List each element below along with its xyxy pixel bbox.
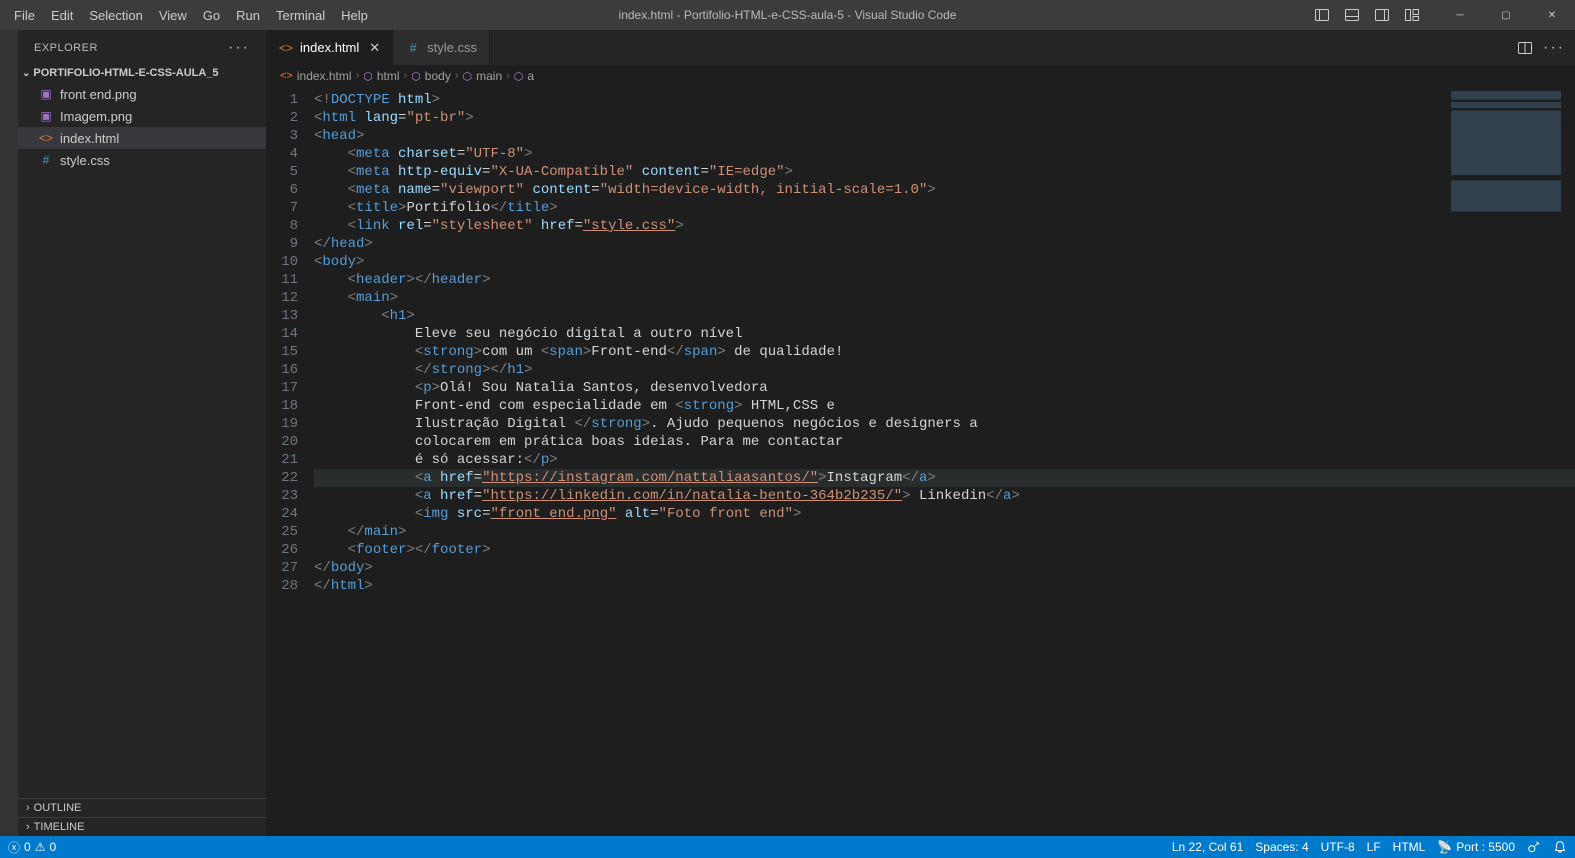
explorer-title: EXPLORER (34, 42, 98, 54)
menu-edit[interactable]: Edit (43, 4, 81, 27)
chevron-right-icon: › (404, 70, 408, 82)
status-spaces[interactable]: Spaces: 4 (1255, 840, 1308, 854)
window-minimize-icon[interactable]: ─ (1437, 0, 1483, 30)
tab-style-css[interactable]: # style.css (393, 30, 490, 65)
html-file-icon: <> (38, 131, 54, 145)
image-file-icon: ▣ (38, 87, 54, 101)
warning-icon: ⚠ (35, 840, 46, 854)
toggle-panel-icon[interactable] (1337, 0, 1367, 30)
file-item[interactable]: ▣ Imagem.png (18, 105, 266, 127)
status-errors[interactable]: ⓧ 0 ⚠ 0 (8, 839, 56, 856)
line-number-gutter: 1234567891011121314151617181920212223242… (266, 87, 314, 836)
tab-label: index.html (300, 40, 359, 55)
code-editor[interactable]: 1234567891011121314151617181920212223242… (266, 87, 1575, 836)
close-icon[interactable]: ✕ (365, 40, 380, 56)
status-feedback-icon[interactable] (1527, 840, 1541, 854)
file-label: front end.png (60, 87, 137, 102)
port-label: Port : 5500 (1456, 840, 1515, 854)
outline-label: OUTLINE (34, 802, 82, 814)
activity-bar (0, 30, 18, 836)
project-name: PORTIFOLIO-HTML-E-CSS-AULA_5 (33, 67, 218, 79)
toggle-primary-sidebar-icon[interactable] (1307, 0, 1337, 30)
breadcrumb-item[interactable]: html (377, 69, 400, 83)
file-label: index.html (60, 131, 119, 146)
tag-icon: ⬡ (411, 70, 421, 83)
status-live-server[interactable]: 📡 Port : 5500 (1437, 840, 1515, 854)
window-close-icon[interactable]: ✕ (1529, 0, 1575, 30)
menu-go[interactable]: Go (195, 4, 228, 27)
code-content[interactable]: <!DOCTYPE html><html lang="pt-br"><head>… (314, 87, 1575, 836)
chevron-right-icon: › (26, 802, 30, 814)
customize-layout-icon[interactable] (1397, 0, 1427, 30)
menu-help[interactable]: Help (333, 4, 376, 27)
chevron-down-icon: ⌄ (22, 68, 30, 79)
explorer-folder-header[interactable]: ⌄ PORTIFOLIO-HTML-E-CSS-AULA_5 (18, 65, 266, 81)
warnings-count: 0 (49, 840, 56, 854)
menu-selection[interactable]: Selection (81, 4, 150, 27)
file-item[interactable]: <> index.html (18, 127, 266, 149)
tag-icon: ⬡ (463, 70, 473, 83)
breadcrumb-item[interactable]: a (527, 69, 534, 83)
tag-icon: ⬡ (514, 70, 524, 83)
error-icon: ⓧ (8, 839, 20, 856)
image-file-icon: ▣ (38, 109, 54, 123)
titlebar: File Edit Selection View Go Run Terminal… (0, 0, 1575, 30)
status-eol[interactable]: LF (1367, 840, 1381, 854)
status-language[interactable]: HTML (1393, 840, 1426, 854)
chevron-right-icon: › (26, 821, 30, 833)
status-bar: ⓧ 0 ⚠ 0 Ln 22, Col 61 Spaces: 4 UTF-8 LF… (0, 836, 1575, 858)
toggle-secondary-sidebar-icon[interactable] (1367, 0, 1397, 30)
timeline-section[interactable]: › TIMELINE (18, 817, 266, 836)
chevron-right-icon: › (356, 70, 360, 82)
status-bell-icon[interactable] (1553, 840, 1567, 854)
tab-index-html[interactable]: <> index.html ✕ (266, 30, 393, 65)
file-item[interactable]: # style.css (18, 149, 266, 171)
broadcast-icon: 📡 (1437, 840, 1452, 854)
file-tree: ▣ front end.png ▣ Imagem.png <> index.ht… (18, 81, 266, 798)
editor-more-icon[interactable]: ··· (1543, 39, 1565, 57)
menu-file[interactable]: File (6, 4, 43, 27)
explorer-sidebar: EXPLORER ··· ⌄ PORTIFOLIO-HTML-E-CSS-AUL… (18, 30, 266, 836)
editor-group: <> index.html ✕ # style.css ··· <> index… (266, 30, 1575, 836)
html-file-icon: <> (278, 41, 294, 55)
status-cursor[interactable]: Ln 22, Col 61 (1172, 840, 1243, 854)
minimap[interactable] (1451, 91, 1561, 231)
html-file-icon: <> (280, 70, 293, 82)
status-encoding[interactable]: UTF-8 (1321, 840, 1355, 854)
css-file-icon: # (38, 153, 54, 167)
outline-section[interactable]: › OUTLINE (18, 798, 266, 817)
split-editor-icon[interactable] (1517, 40, 1533, 56)
file-label: style.css (60, 153, 110, 168)
breadcrumb[interactable]: <> index.html › ⬡ html › ⬡ body › ⬡ main… (266, 65, 1575, 87)
tab-bar: <> index.html ✕ # style.css ··· (266, 30, 1575, 65)
window-maximize-icon[interactable]: ▢ (1483, 0, 1529, 30)
file-label: Imagem.png (60, 109, 132, 124)
file-item[interactable]: ▣ front end.png (18, 83, 266, 105)
tab-label: style.css (427, 40, 477, 55)
breadcrumb-item[interactable]: main (476, 69, 502, 83)
menu-view[interactable]: View (151, 4, 195, 27)
breadcrumb-item[interactable]: body (425, 69, 451, 83)
css-file-icon: # (405, 41, 421, 55)
chevron-right-icon: › (455, 70, 459, 82)
breadcrumb-item[interactable]: index.html (297, 69, 352, 83)
tag-icon: ⬡ (363, 70, 373, 83)
menu-terminal[interactable]: Terminal (268, 4, 333, 27)
explorer-more-icon[interactable]: ··· (228, 39, 250, 57)
timeline-label: TIMELINE (34, 821, 85, 833)
menu-run[interactable]: Run (228, 4, 268, 27)
errors-count: 0 (24, 840, 31, 854)
chevron-right-icon: › (506, 70, 510, 82)
main-menu: File Edit Selection View Go Run Terminal… (6, 4, 376, 27)
